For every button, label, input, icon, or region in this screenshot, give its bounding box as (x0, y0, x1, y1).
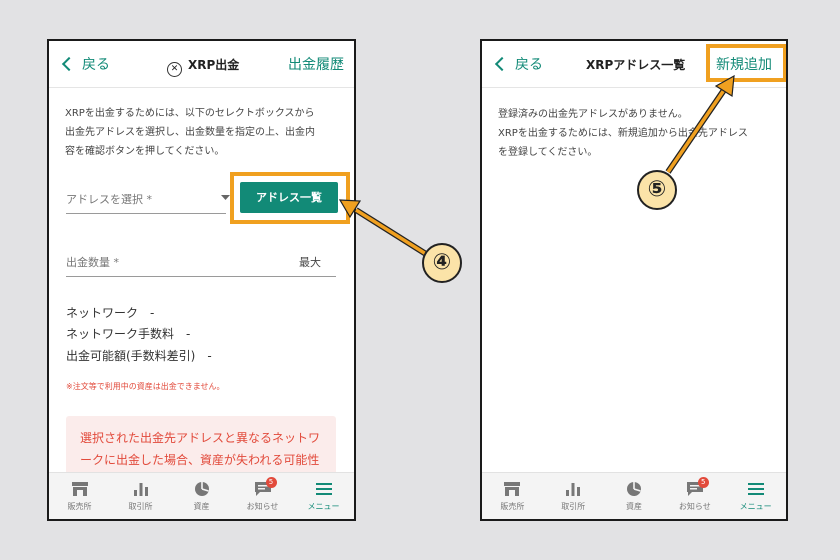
step-4-marker: ④ (422, 243, 462, 283)
arrow-step4 (338, 199, 428, 257)
step-5-marker: ⑤ (637, 170, 677, 210)
annotation-arrows (338, 74, 735, 257)
arrow-step5 (665, 74, 735, 174)
